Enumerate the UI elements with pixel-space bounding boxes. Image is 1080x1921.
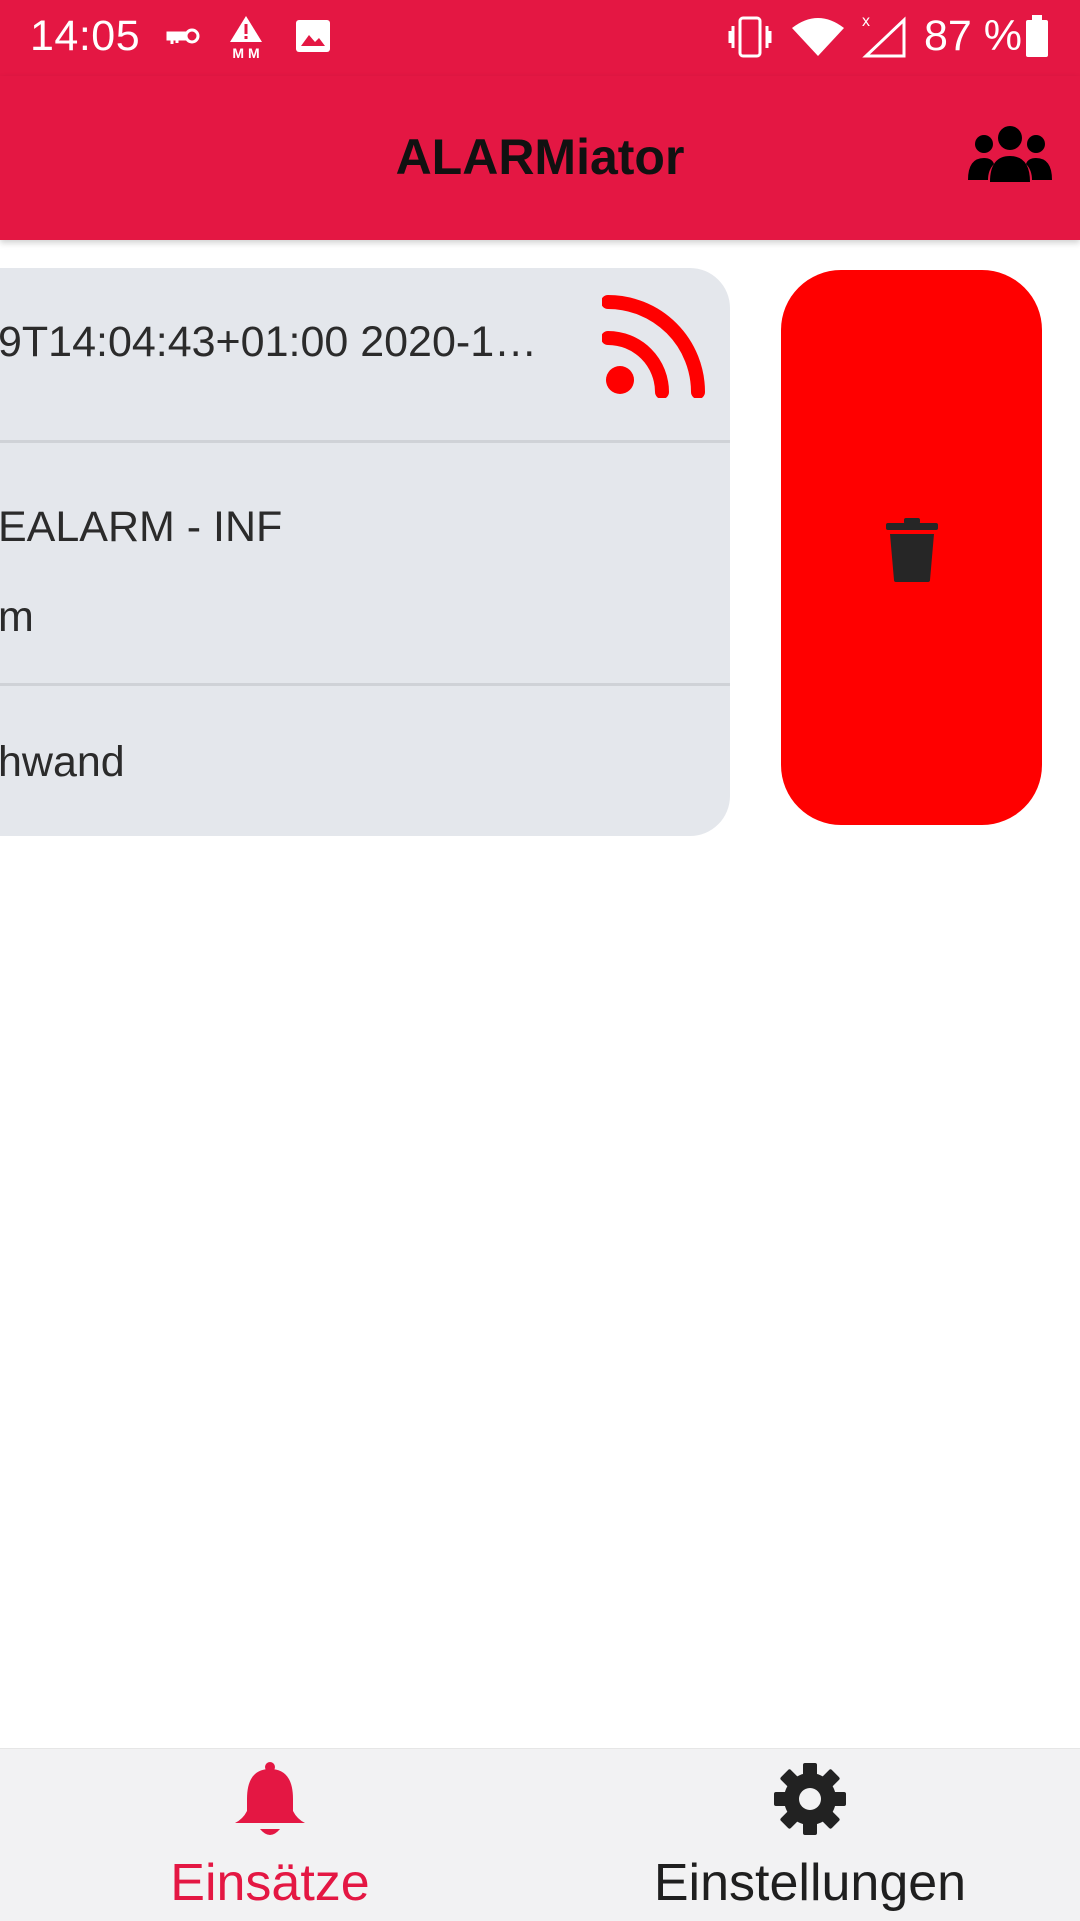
- alarm-timestamp: 9T14:04:43+01:00 2020-12-…: [0, 318, 538, 366]
- alarm-card-body: EALARM - INF m: [0, 443, 730, 686]
- nav-item-einstellungen[interactable]: Einstellungen: [540, 1749, 1080, 1921]
- svg-text:M M: M M: [232, 45, 259, 60]
- rss-icon: [601, 292, 708, 399]
- alarm-card-header: 9T14:04:43+01:00 2020-12-…: [0, 268, 730, 443]
- group-button[interactable]: [968, 120, 1052, 190]
- svg-text:x: x: [862, 13, 870, 30]
- alarm-type: EALARM - INF: [0, 503, 283, 551]
- status-time: 14:05: [30, 12, 141, 60]
- alarm-card-footer: hwand: [0, 686, 730, 836]
- key-icon: [166, 22, 200, 55]
- nav-label-einsaetze: Einsätze: [170, 1854, 370, 1912]
- alarm-detail: m: [0, 593, 34, 641]
- image-icon: [294, 18, 332, 59]
- delete-button[interactable]: [781, 270, 1042, 825]
- nav-item-einsaetze[interactable]: Einsätze: [0, 1749, 540, 1921]
- bottom-nav: Einsätze Einstellungen: [0, 1748, 1080, 1921]
- warning-mm-icon: M M: [226, 14, 266, 65]
- app-title: ALARMiator: [395, 129, 685, 185]
- trash-icon: [884, 518, 940, 582]
- wifi-icon: [790, 16, 846, 63]
- alarm-card[interactable]: 9T14:04:43+01:00 2020-12-… EALARM - INF …: [0, 268, 730, 836]
- signal-icon: x: [860, 12, 908, 63]
- battery-icon: [1024, 14, 1050, 63]
- app-bar: ALARMiator: [0, 76, 1080, 240]
- nav-label-einstellungen: Einstellungen: [653, 1854, 967, 1912]
- status-bar: 14:05 M M x 87 %: [0, 0, 1080, 76]
- gear-icon: [772, 1761, 848, 1842]
- battery-percent: 87 %: [924, 12, 1023, 60]
- bell-icon: [233, 1761, 307, 1846]
- group-icon: [968, 126, 1052, 194]
- vibrate-icon: [728, 14, 772, 65]
- alarm-location: hwand: [0, 738, 125, 786]
